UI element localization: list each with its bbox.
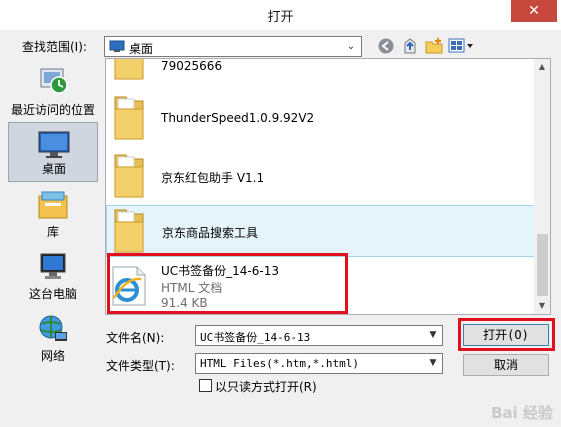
annotation-highlight-file xyxy=(107,253,348,314)
place-label: 这台电脑 xyxy=(28,287,77,301)
place-label: 网络 xyxy=(40,349,65,363)
up-folder-icon[interactable] xyxy=(401,37,419,55)
file-name: ThunderSpeed1.0.9.92V2 xyxy=(161,111,315,125)
scroll-up-icon[interactable]: ▲ xyxy=(534,59,550,75)
place-recent[interactable]: 最近访问的位置 xyxy=(8,64,98,122)
filename-value: UC书签备份_14-6-13 xyxy=(200,331,311,344)
folder-icon xyxy=(112,208,146,257)
scroll-thumb[interactable] xyxy=(537,234,548,296)
back-icon[interactable] xyxy=(377,37,395,55)
lookin-combo[interactable]: 桌面 ⌄ xyxy=(104,36,362,57)
readonly-label: 以只读方式打开(R) xyxy=(215,380,317,394)
filename-label: 文件名(N): xyxy=(106,331,165,345)
list-item-selected[interactable]: 京东商品搜索工具 xyxy=(106,205,535,257)
list-item[interactable]: ThunderSpeed1.0.9.92V2 xyxy=(106,89,535,145)
window-title: 打开 xyxy=(267,10,294,25)
filename-field[interactable]: UC书签备份_14-6-13 ▼ xyxy=(195,325,443,346)
annotation-highlight-open xyxy=(458,318,555,351)
chevron-down-icon[interactable]: ⌄ xyxy=(343,38,359,55)
network-icon xyxy=(37,314,69,347)
places-bar: 最近访问的位置 桌面 库 这台电脑 网络 xyxy=(8,64,98,376)
desktop-icon xyxy=(37,131,71,162)
place-desktop[interactable]: 桌面 xyxy=(8,122,98,182)
view-menu-icon[interactable] xyxy=(448,37,474,55)
file-name: 京东商品搜索工具 xyxy=(162,226,259,240)
scroll-down-icon[interactable]: ▼ xyxy=(534,298,550,314)
title-bar: 打开 ✕ xyxy=(0,0,561,30)
file-name: 79025666 xyxy=(161,59,223,73)
place-computer[interactable]: 这台电脑 xyxy=(8,248,98,306)
recent-places-icon xyxy=(37,67,69,98)
file-name: 京东红包助手 V1.1 xyxy=(161,171,265,185)
close-button[interactable]: ✕ xyxy=(511,0,557,22)
readonly-checkbox[interactable] xyxy=(199,379,212,392)
chevron-down-icon[interactable]: ▼ xyxy=(426,355,440,372)
filetype-label: 文件类型(T): xyxy=(106,359,175,373)
chevron-down-icon[interactable]: ▼ xyxy=(426,327,440,344)
folder-icon xyxy=(112,153,146,202)
place-label: 库 xyxy=(46,225,59,239)
list-item[interactable]: 79025666 xyxy=(106,59,535,84)
new-folder-icon[interactable] xyxy=(425,37,443,55)
place-label: 桌面 xyxy=(41,162,66,176)
list-item[interactable]: 京东红包助手 V1.1 xyxy=(106,147,535,203)
place-libraries[interactable]: 库 xyxy=(8,186,98,244)
vertical-scrollbar[interactable]: ▲ ▼ xyxy=(534,59,550,314)
folder-icon xyxy=(112,59,146,84)
cancel-button[interactable]: 取消 xyxy=(463,354,549,376)
libraries-icon xyxy=(36,190,70,223)
place-label: 最近访问的位置 xyxy=(10,103,95,117)
lookin-label: 查找范围(I): xyxy=(22,40,87,54)
folder-icon xyxy=(112,95,146,144)
computer-icon xyxy=(37,252,69,285)
watermark: Bai 经验 xyxy=(491,404,553,422)
place-network[interactable]: 网络 xyxy=(8,310,98,368)
filetype-select[interactable]: HTML Files(*.htm,*.html) ▼ xyxy=(195,353,443,374)
lookin-value: 桌面 xyxy=(129,42,154,56)
filetype-value: HTML Files(*.htm,*.html) xyxy=(200,357,359,370)
desktop-small-icon xyxy=(109,40,125,56)
